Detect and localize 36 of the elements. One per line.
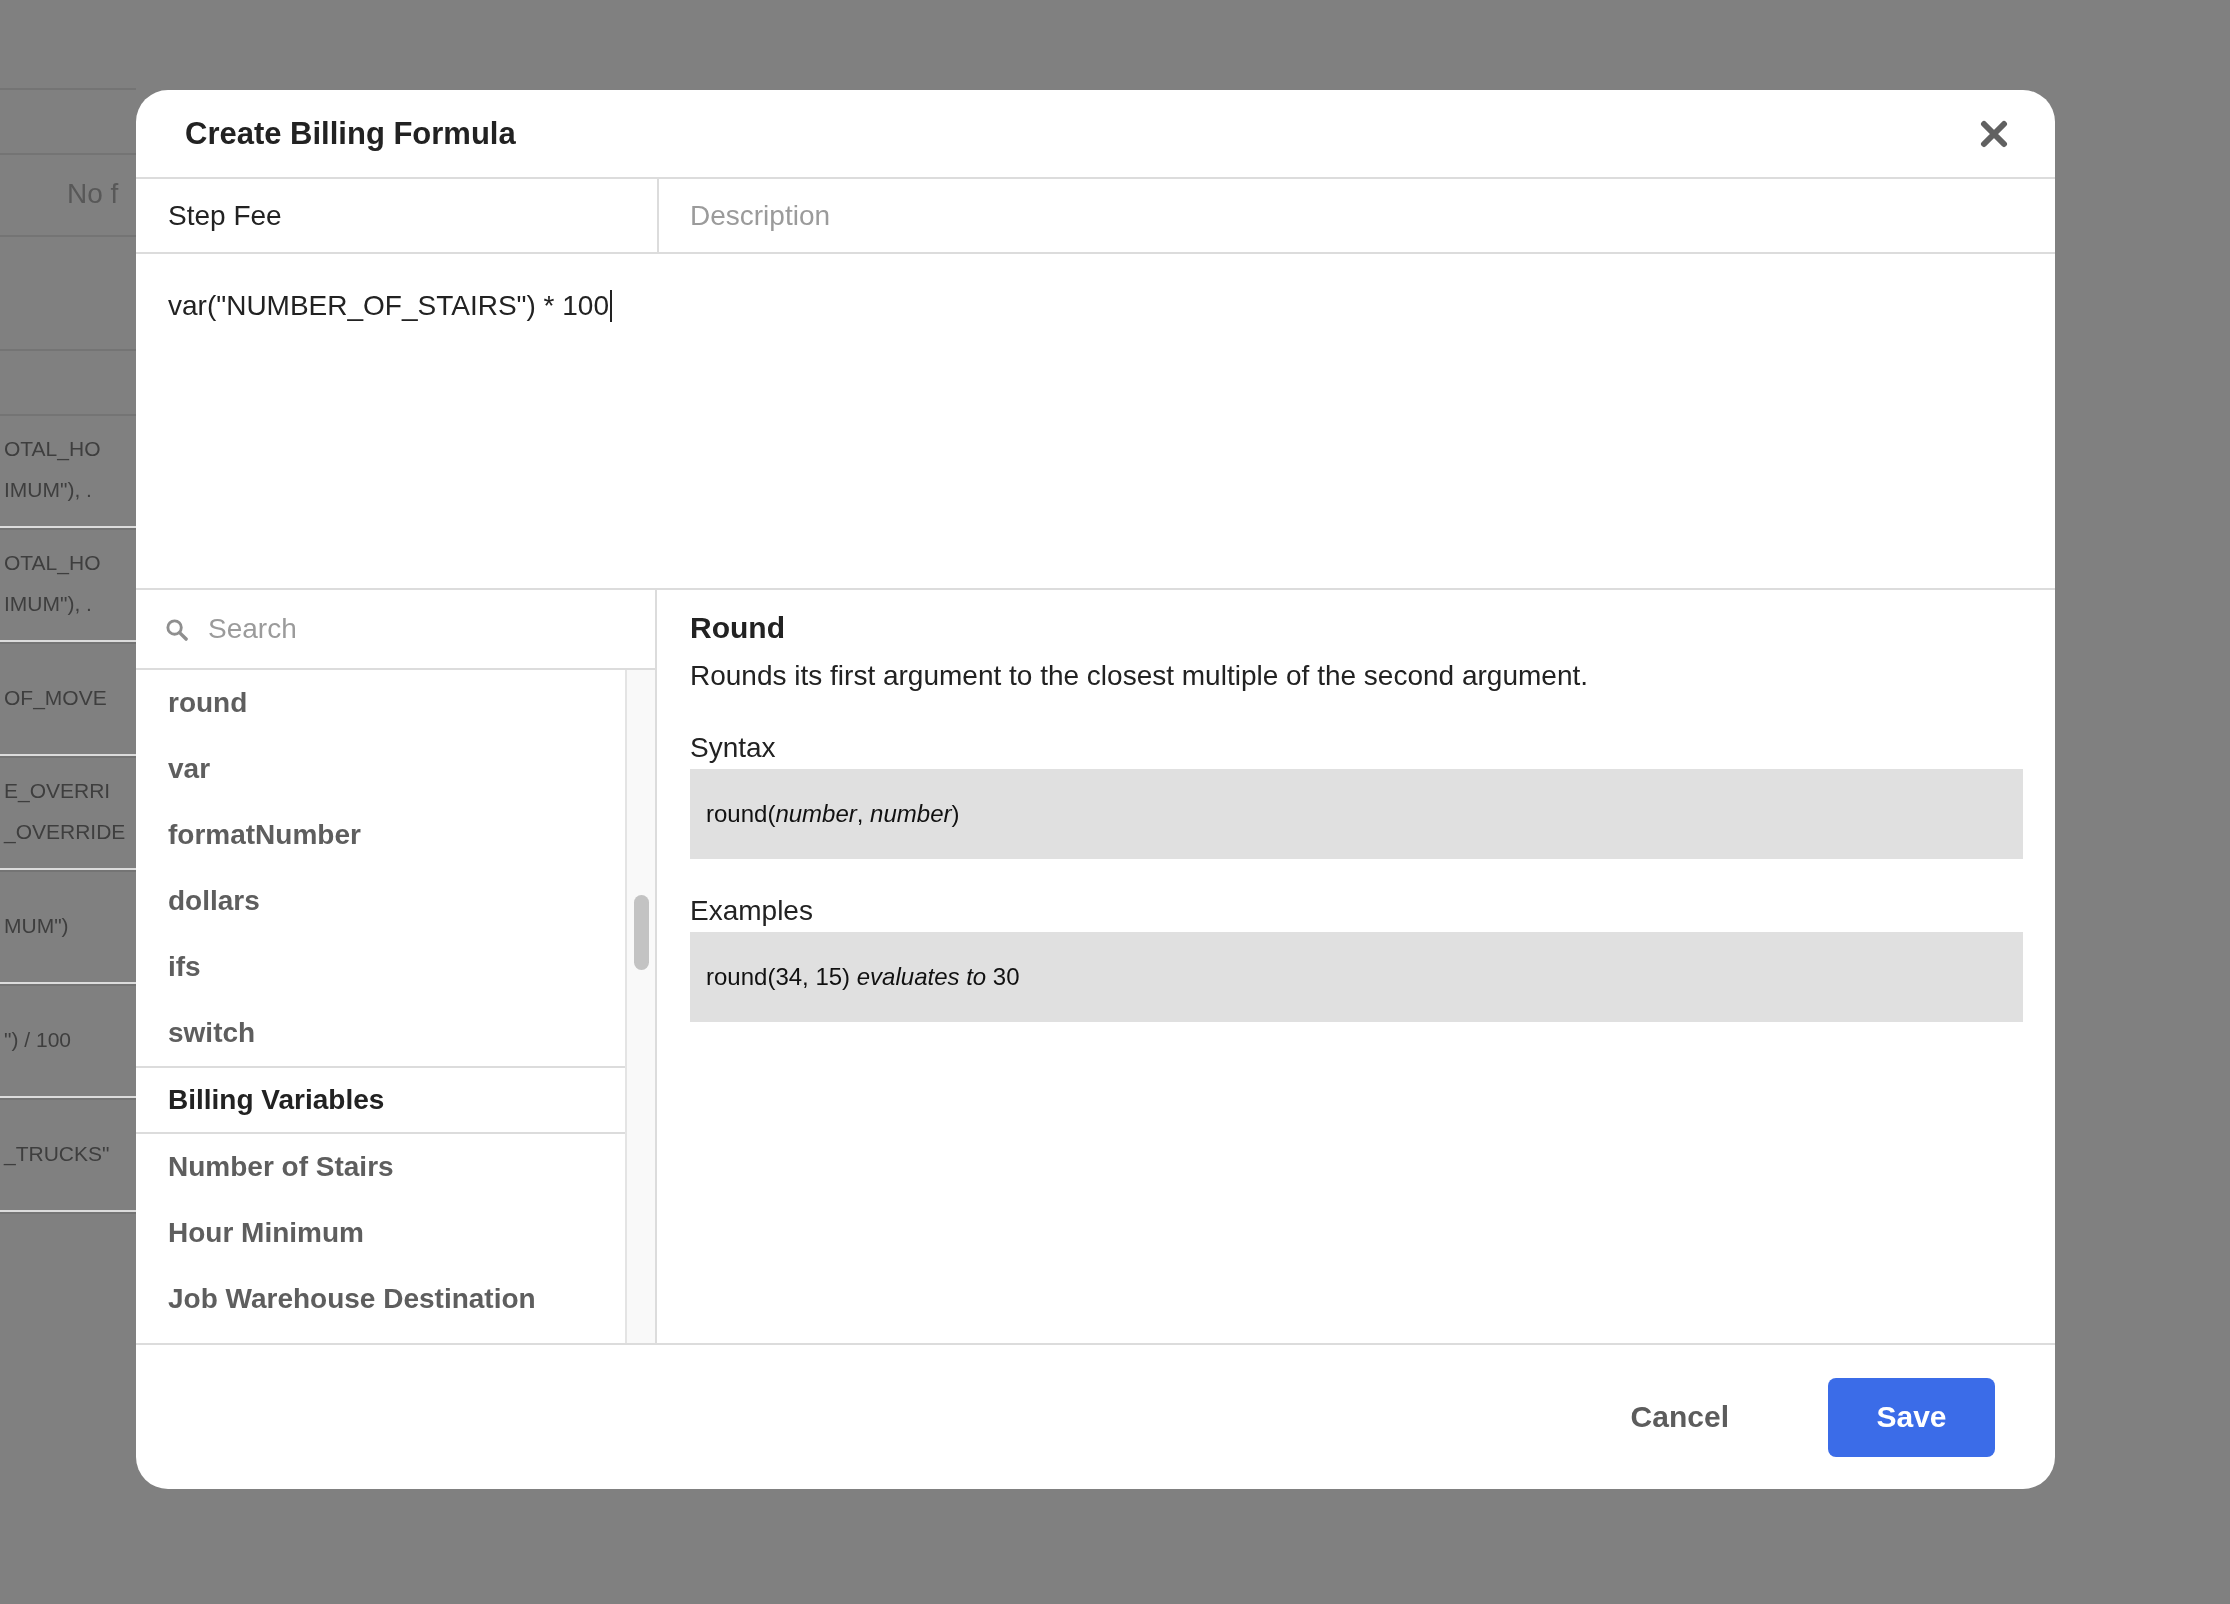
list-item[interactable]: Number of Stairs [136, 1134, 625, 1200]
close-button[interactable] [1980, 119, 2008, 148]
background-text: OF_MOVE [3, 684, 108, 712]
list-item[interactable]: dollars [136, 868, 625, 934]
formula-editor[interactable]: var("NUMBER_OF_STAIRS") * 100 [136, 254, 2055, 590]
list-item[interactable]: Job Warehouse Destination [136, 1266, 625, 1332]
background-text: _TRUCKS" [2, 1140, 111, 1168]
list-item[interactable]: round [136, 670, 625, 736]
syntax-label: Syntax [690, 731, 777, 765]
background-text: _OVERRIDE [2, 819, 127, 846]
background-text: ") / 100 [3, 1026, 72, 1053]
close-icon [1980, 119, 2008, 148]
name-field[interactable]: Step Fee [136, 179, 657, 252]
background-text: MUM") [3, 912, 70, 939]
background-text: E_OVERRI [3, 778, 112, 805]
function-description: Rounds its first argument to the closest multiple of the second argument. [690, 659, 1589, 693]
description-field[interactable]: Description [657, 179, 2055, 252]
list-item[interactable]: var [136, 736, 625, 802]
background-text: IMUM"), . [3, 591, 93, 617]
list-item[interactable]: formatNumber [136, 802, 625, 868]
background-text: OTAL_HO [3, 436, 102, 463]
search-icon [165, 617, 188, 641]
list-item[interactable]: Hour Minimum [136, 1200, 625, 1266]
example-code-block: round(34, 15) evaluates to 30 [690, 932, 2023, 1022]
save-button[interactable]: Save [1828, 1377, 1995, 1457]
background-text: IMUM"), . [3, 477, 93, 503]
dialog-title: Create Billing Formula [185, 115, 516, 152]
function-title: Round [690, 610, 786, 646]
scrollbar-thumb[interactable] [633, 895, 649, 970]
list-item[interactable]: ifs [136, 934, 625, 1000]
list-item[interactable]: switch [136, 1000, 625, 1066]
cancel-button[interactable]: Cancel [1606, 1388, 1753, 1446]
search-field[interactable]: Search [208, 590, 655, 668]
examples-label: Examples [690, 894, 814, 928]
syntax-code-block: round(number, number) [690, 769, 2023, 859]
background-text: OTAL_HO [3, 550, 102, 577]
